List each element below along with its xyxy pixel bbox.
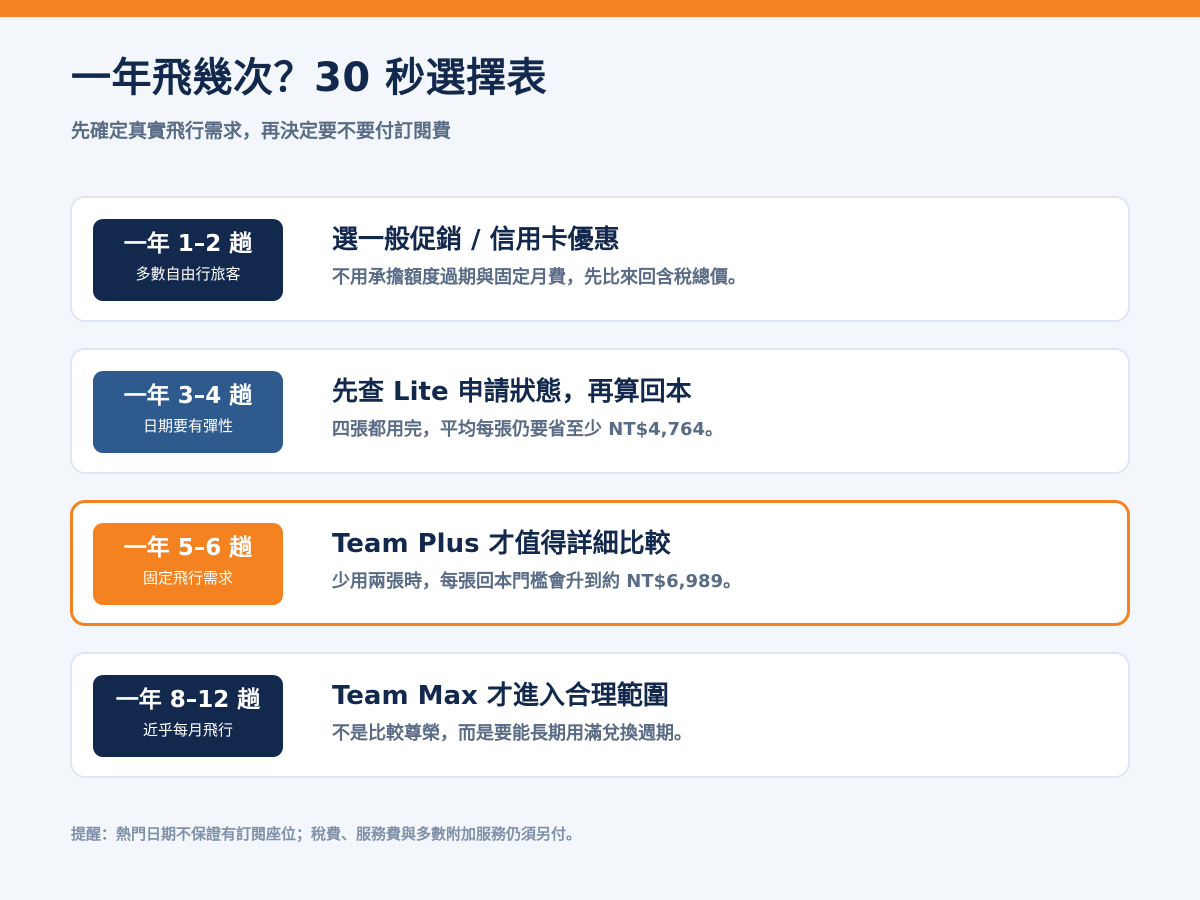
card-description: 不用承擔額度過期與固定月費，先比來回含稅總價。 — [332, 267, 746, 288]
page-title: 一年飛幾次？30 秒選擇表 — [71, 55, 548, 101]
frequency-badge: 一年 1–2 趟 多數自由行旅客 — [93, 219, 283, 301]
badge-subtitle: 固定飛行需求 — [142, 569, 233, 587]
card-description: 少用兩張時，每張回本門檻會升到約 NT$6,989。 — [332, 571, 742, 592]
card-text: 選一般促銷 / 信用卡優惠 不用承擔額度過期與固定月費，先比來回含稅總價。 — [332, 220, 1112, 293]
badge-subtitle: 多數自由行旅客 — [135, 265, 241, 283]
frequency-card: 一年 8–12 趟 近乎每月飛行 Team Max 才進入合理範圍 不是比較尊榮… — [70, 652, 1130, 778]
badge-subtitle: 日期要有彈性 — [142, 417, 233, 435]
badge-title: 一年 3–4 趟 — [123, 383, 253, 409]
card-text: Team Plus 才值得詳細比較 少用兩張時，每張回本門檻會升到約 NT$6,… — [332, 524, 1112, 597]
card-text: Team Max 才進入合理範圍 不是比較尊榮，而是要能長期用滿兌換週期。 — [332, 676, 1112, 749]
frequency-badge: 一年 3–4 趟 日期要有彈性 — [93, 371, 283, 453]
badge-title: 一年 1–2 趟 — [123, 231, 253, 257]
card-heading: Team Plus 才值得詳細比較 — [332, 529, 671, 559]
footnote: 提醒：熱門日期不保證有訂閱座位；稅費、服務費與多數附加服務仍須另付。 — [71, 825, 582, 843]
card-description: 不是比較尊榮，而是要能長期用滿兌換週期。 — [332, 723, 692, 744]
card-text: 先查 Lite 申請狀態，再算回本 四張都用完，平均每張仍要省至少 NT$4,7… — [332, 372, 1112, 445]
frequency-card-list: 一年 1–2 趟 多數自由行旅客 選一般促銷 / 信用卡優惠 不用承擔額度過期與… — [70, 196, 1130, 804]
frequency-card: 一年 5–6 趟 固定飛行需求 Team Plus 才值得詳細比較 少用兩張時，… — [70, 500, 1130, 626]
card-description: 四張都用完，平均每張仍要省至少 NT$4,764。 — [332, 419, 724, 440]
card-heading: 先查 Lite 申請狀態，再算回本 — [332, 377, 692, 407]
page-subtitle: 先確定真實飛行需求，再決定要不要付訂閱費 — [71, 120, 452, 142]
frequency-badge: 一年 5–6 趟 固定飛行需求 — [93, 523, 283, 605]
frequency-badge: 一年 8–12 趟 近乎每月飛行 — [93, 675, 283, 757]
badge-title: 一年 8–12 趟 — [115, 687, 261, 713]
badge-title: 一年 5–6 趟 — [123, 535, 253, 561]
badge-subtitle: 近乎每月飛行 — [142, 721, 233, 739]
top-accent-bar — [0, 0, 1200, 17]
card-heading: 選一般促銷 / 信用卡優惠 — [332, 225, 620, 255]
frequency-card: 一年 3–4 趟 日期要有彈性 先查 Lite 申請狀態，再算回本 四張都用完，… — [70, 348, 1130, 474]
frequency-card: 一年 1–2 趟 多數自由行旅客 選一般促銷 / 信用卡優惠 不用承擔額度過期與… — [70, 196, 1130, 322]
card-heading: Team Max 才進入合理範圍 — [332, 681, 669, 711]
